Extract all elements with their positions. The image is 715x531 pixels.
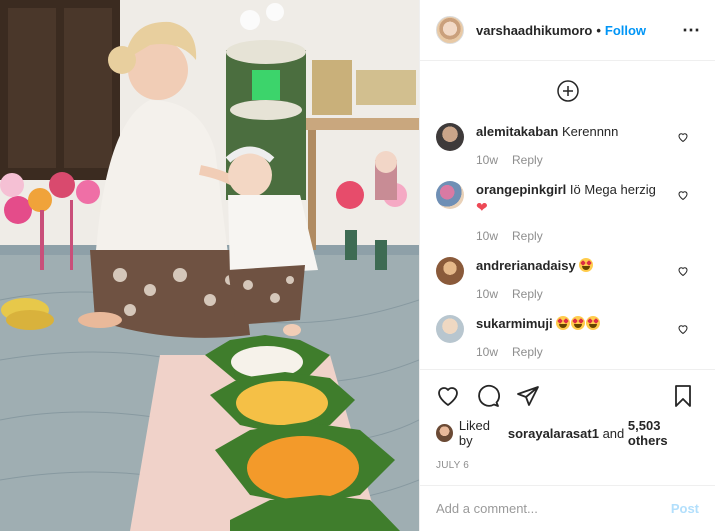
comment-item: sukarmimuji 10w Reply	[436, 315, 699, 359]
reply-button[interactable]: Reply	[512, 345, 543, 359]
commenter-avatar[interactable]	[436, 123, 464, 151]
comment-age[interactable]: 10w	[476, 287, 498, 301]
comment-icon[interactable]	[476, 384, 500, 408]
comment-item: alemitakaban Kerennnn 10w Reply	[436, 123, 699, 167]
commenter-username[interactable]: sukarmimuji	[476, 316, 553, 331]
comment-like-heart-icon[interactable]	[677, 189, 689, 201]
add-comment-bar: Post	[420, 485, 715, 531]
comment-like-heart-icon[interactable]	[677, 131, 689, 143]
load-more-comments[interactable]	[436, 79, 699, 103]
comment-like-heart-icon[interactable]	[677, 265, 689, 277]
plus-circle-icon[interactable]	[556, 79, 580, 103]
commenter-username[interactable]: orangepinkgirl	[476, 182, 566, 197]
share-icon[interactable]	[516, 384, 540, 408]
heart-eyes-emoji	[579, 258, 594, 272]
comment-item: orangepinkgirl Iö Mega herzig ❤ 10w Repl…	[436, 181, 699, 243]
photo-illustration	[0, 0, 419, 531]
likes-prefix: Liked by	[458, 418, 490, 448]
liker-username[interactable]: sorayalarasat1	[508, 426, 599, 441]
likes-middle: and	[602, 425, 625, 441]
reply-button[interactable]: Reply	[512, 287, 543, 301]
comment-body: Kerennnn	[562, 124, 619, 139]
comment-text: andrerianadaisy	[476, 257, 675, 275]
comment-age[interactable]: 10w	[476, 229, 498, 243]
post-header: varshaadhikumoro • Follow ⋯	[420, 0, 715, 61]
commenter-avatar[interactable]	[436, 315, 464, 343]
post-photo[interactable]	[0, 0, 419, 531]
post-actions-block: Liked by sorayalarasat1 and 5,503 others…	[420, 369, 715, 471]
liker-avatar[interactable]	[436, 424, 453, 442]
comment-text: orangepinkgirl Iö Mega herzig ❤	[476, 181, 675, 217]
comment-like-heart-icon[interactable]	[677, 323, 689, 335]
red-heart-emoji: ❤	[476, 199, 488, 215]
likes-count[interactable]: 5,503 others	[628, 418, 699, 448]
comment-body: Iö Mega herzig	[569, 182, 656, 197]
post-side-panel: varshaadhikumoro • Follow ⋯ alemitakaban	[419, 0, 715, 531]
comment-age[interactable]: 10w	[476, 153, 498, 167]
comment-meta: 10w Reply	[476, 229, 675, 243]
bookmark-icon[interactable]	[671, 384, 695, 408]
heart-eyes-emoji	[571, 316, 586, 330]
heart-icon[interactable]	[436, 384, 460, 408]
comment-input[interactable]	[436, 501, 671, 516]
heart-eyes-emoji	[556, 316, 571, 330]
author-avatar[interactable]	[436, 16, 464, 44]
post-comment-button[interactable]: Post	[671, 501, 699, 516]
comment-text: sukarmimuji	[476, 315, 675, 333]
separator-dot: •	[596, 22, 601, 38]
reply-button[interactable]: Reply	[512, 153, 543, 167]
instagram-post: varshaadhikumoro • Follow ⋯ alemitakaban	[0, 0, 715, 531]
comment-text: alemitakaban Kerennnn	[476, 123, 675, 141]
comment-item: andrerianadaisy 10w Reply	[436, 257, 699, 301]
likes-summary: Liked by sorayalarasat1 and 5,503 others	[436, 418, 699, 448]
heart-eyes-emoji	[586, 316, 601, 330]
commenter-avatar[interactable]	[436, 257, 464, 285]
more-horizontal-icon[interactable]: ⋯	[682, 21, 701, 39]
action-bar	[436, 380, 699, 412]
follow-button[interactable]: Follow	[605, 23, 646, 38]
comment-age[interactable]: 10w	[476, 345, 498, 359]
reply-button[interactable]: Reply	[512, 229, 543, 243]
commenter-username[interactable]: andrerianadaisy	[476, 258, 576, 273]
post-date[interactable]: JULY 6	[436, 460, 699, 471]
commenter-avatar[interactable]	[436, 181, 464, 209]
author-username[interactable]: varshaadhikumoro	[476, 23, 592, 38]
comments-list: alemitakaban Kerennnn 10w Reply orangepi…	[420, 61, 715, 369]
comment-meta: 10w Reply	[476, 287, 675, 301]
comment-meta: 10w Reply	[476, 345, 675, 359]
comment-meta: 10w Reply	[476, 153, 675, 167]
commenter-username[interactable]: alemitakaban	[476, 124, 558, 139]
